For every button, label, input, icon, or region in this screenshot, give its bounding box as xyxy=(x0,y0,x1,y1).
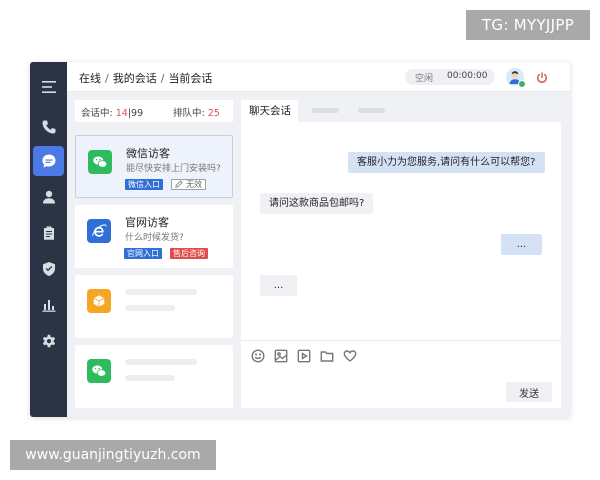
avatar[interactable] xyxy=(506,68,526,88)
session-card-wechat[interactable]: 微信访客 能尽快安排上门安装吗? 微信入口 无效 xyxy=(75,135,233,198)
watermark-bottom: www.guanjingtiyuzh.com xyxy=(10,440,216,470)
edit-icon xyxy=(175,180,183,188)
skeleton-line xyxy=(125,305,175,311)
in-session-summary: 会话中: 14|99 xyxy=(81,108,144,119)
power-icon[interactable] xyxy=(535,70,549,84)
tab-placeholder[interactable] xyxy=(358,108,385,113)
wechat-icon xyxy=(88,150,112,174)
menu-icon[interactable] xyxy=(30,72,67,102)
breadcrumb-online[interactable]: 在线 xyxy=(79,72,101,85)
heart-icon[interactable] xyxy=(343,348,357,362)
source-tag: 官网入口 xyxy=(124,248,162,259)
session-title: 微信访客 xyxy=(126,147,170,160)
send-button[interactable]: 发送 xyxy=(506,382,552,402)
video-icon[interactable] xyxy=(297,348,311,363)
session-title: 官网访客 xyxy=(125,216,169,229)
image-icon[interactable] xyxy=(274,348,288,363)
sidebar xyxy=(30,62,67,417)
source-tag: 微信入口 xyxy=(125,179,163,190)
composer-divider xyxy=(241,340,561,341)
chat-bubble-icon[interactable] xyxy=(33,146,64,176)
message-agent: ... xyxy=(501,234,542,255)
session-card-placeholder[interactable] xyxy=(75,345,233,408)
phone-icon[interactable] xyxy=(30,112,67,142)
chat-panel: 聊天会话 客服小力为您服务,请问有什么可以帮您? 请问这款商品包邮吗? ... … xyxy=(241,100,561,408)
bar-chart-icon[interactable] xyxy=(30,290,67,320)
user-icon[interactable] xyxy=(30,182,67,212)
session-card-placeholder[interactable] xyxy=(75,275,233,338)
session-list: 会话中: 14|99 排队中: 25 微信访客 能尽快安排上门安装吗? 微信入口… xyxy=(75,100,233,412)
session-card-website[interactable]: 官网访客 什么时候发货? 官网入口 售后咨询 xyxy=(75,205,233,268)
online-status-dot xyxy=(518,80,526,88)
breadcrumb: 在线 / 我的会话 / 当前会话 xyxy=(79,72,213,85)
message-agent: 客服小力为您服务,请问有什么可以帮您? xyxy=(348,152,545,173)
session-preview: 什么时候发货? xyxy=(125,233,184,243)
watermark-top: TG: MYYJJPP xyxy=(466,10,590,40)
shield-icon[interactable] xyxy=(30,254,67,284)
category-tag: 售后咨询 xyxy=(170,248,208,259)
clipboard-icon[interactable] xyxy=(30,218,67,248)
cube-icon xyxy=(87,289,111,313)
composer-toolbar xyxy=(251,348,357,363)
wechat-icon xyxy=(87,359,111,383)
gear-icon[interactable] xyxy=(30,326,67,356)
breadcrumb-current-session: 当前会话 xyxy=(168,72,213,85)
skeleton-line xyxy=(125,359,197,365)
breadcrumb-my-sessions[interactable]: 我的会话 xyxy=(113,72,157,85)
app-window: 在线 / 我的会话 / 当前会话 空闲 00:00:00 会话中: 14|99 排队中:… xyxy=(30,62,570,417)
agent-status[interactable]: 空闲 00:00:00 xyxy=(405,69,495,85)
skeleton-line xyxy=(125,289,197,295)
queued-summary: 排队中: 25 xyxy=(173,108,220,119)
tab-chat-session[interactable]: 聊天会话 xyxy=(241,100,298,122)
emoji-icon[interactable] xyxy=(251,348,265,363)
status-state: 空闲 xyxy=(415,74,434,84)
status-tag-invalid: 无效 xyxy=(171,179,206,190)
message-guest: 请问这款商品包邮吗? xyxy=(260,193,374,214)
ie-icon xyxy=(87,219,111,243)
message-guest: ... xyxy=(260,275,297,296)
chat-tabs: 聊天会话 xyxy=(241,100,561,122)
skeleton-line xyxy=(125,375,175,381)
session-preview: 能尽快安排上门安装吗? xyxy=(126,164,221,174)
queue-summary: 会话中: 14|99 排队中: 25 xyxy=(75,100,233,122)
top-bar: 在线 / 我的会话 / 当前会话 空闲 00:00:00 xyxy=(67,62,570,92)
tab-placeholder[interactable] xyxy=(312,108,339,113)
folder-icon[interactable] xyxy=(320,348,334,362)
status-timer: 00:00:00 xyxy=(447,71,488,81)
